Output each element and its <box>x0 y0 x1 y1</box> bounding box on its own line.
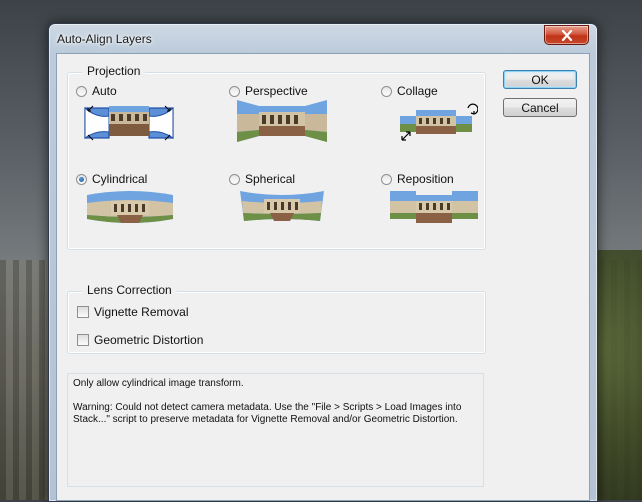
radio-perspective[interactable]: Perspective <box>229 84 308 98</box>
radio-circle[interactable] <box>229 173 240 185</box>
cylindrical-preview-image <box>87 191 173 223</box>
radio-label-collage: Collage <box>397 84 438 98</box>
dialog-body: Projection Auto Perspective Collage Cyli… <box>56 53 590 501</box>
radio-reposition[interactable]: Reposition <box>381 172 454 186</box>
radio-circle[interactable] <box>76 85 87 97</box>
radio-label-perspective: Perspective <box>245 84 308 98</box>
title-bar[interactable]: Auto-Align Layers <box>49 24 597 52</box>
radio-cylindrical[interactable]: Cylindrical <box>76 172 147 186</box>
collage-preview-image <box>400 103 478 141</box>
radio-collage[interactable]: Collage <box>381 84 438 98</box>
projection-legend: Projection <box>82 64 146 78</box>
description-panel: Only allow cylindrical image transform. … <box>67 373 484 487</box>
radio-circle[interactable] <box>381 85 392 97</box>
radio-label-reposition: Reposition <box>397 172 454 186</box>
vignette-removal-label: Vignette Removal <box>94 305 189 319</box>
geometric-distortion-checkbox[interactable]: Geometric Distortion <box>77 333 203 347</box>
auto-align-layers-dialog: Auto-Align Layers Projection Auto Perspe… <box>48 23 598 502</box>
radio-label-auto: Auto <box>92 84 117 98</box>
lens-correction-group: Lens Correction Vignette Removal Geometr… <box>67 283 486 354</box>
radio-label-spherical: Spherical <box>245 172 296 186</box>
warning-text: Warning: Could not detect camera metadat… <box>73 402 462 425</box>
radio-circle[interactable] <box>76 173 87 185</box>
radio-spherical[interactable]: Spherical <box>229 172 295 186</box>
vignette-removal-checkbox[interactable]: Vignette Removal <box>77 305 189 319</box>
checkbox-box[interactable] <box>77 306 89 318</box>
geometric-distortion-label: Geometric Distortion <box>94 333 204 347</box>
radio-circle[interactable] <box>381 173 392 185</box>
radio-auto[interactable]: Auto <box>76 84 117 98</box>
spherical-preview-image <box>240 191 324 221</box>
ok-button[interactable]: OK <box>503 70 577 89</box>
close-icon <box>561 29 572 41</box>
auto-preview-image <box>84 105 174 141</box>
perspective-preview-image <box>237 100 327 142</box>
close-button[interactable] <box>544 25 589 45</box>
lens-correction-legend: Lens Correction <box>82 283 177 297</box>
radio-label-cylindrical: Cylindrical <box>92 172 148 186</box>
radio-circle[interactable] <box>229 85 240 97</box>
cancel-button[interactable]: Cancel <box>503 98 577 117</box>
description-line: Only allow cylindrical image transform. <box>73 378 244 389</box>
dialog-title: Auto-Align Layers <box>57 32 152 46</box>
checkbox-box[interactable] <box>77 334 89 346</box>
projection-group: Projection Auto Perspective Collage Cyli… <box>67 64 486 250</box>
reposition-preview-image <box>390 191 478 223</box>
